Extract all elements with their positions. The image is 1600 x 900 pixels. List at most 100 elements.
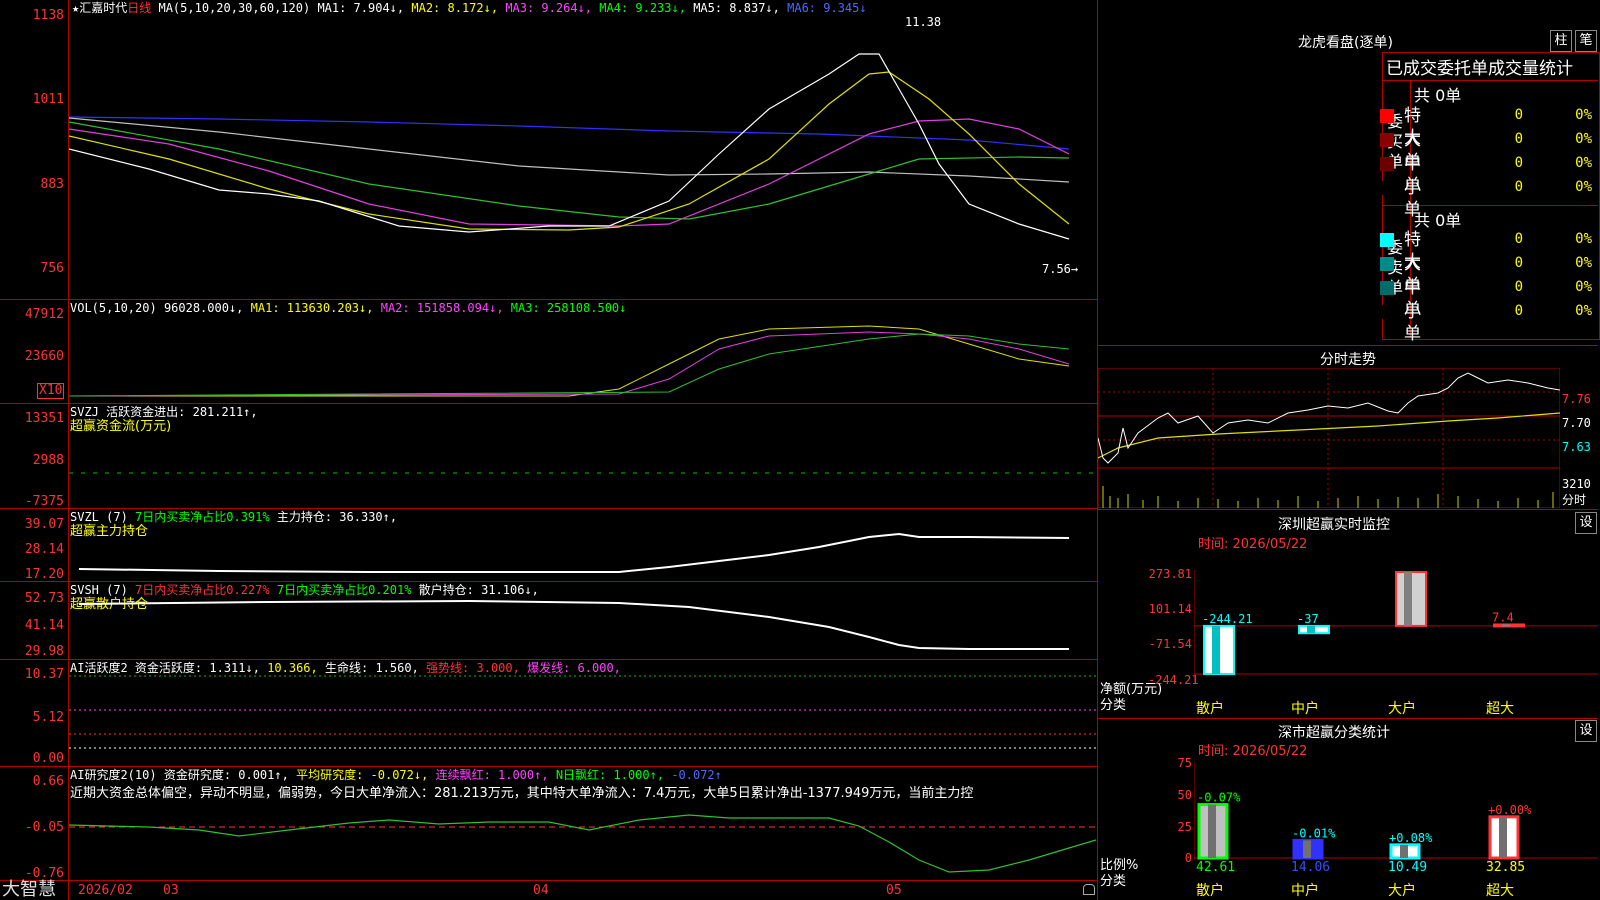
bar-view-button[interactable]: 柱 [1550, 30, 1572, 52]
buy-value: 0 [1514, 155, 1523, 171]
ai-research-ytick-2: -0.05 [24, 820, 64, 835]
ai-active-ytick-3: 0.00 [32, 751, 64, 766]
ai-research-item3: 连续飘红: 1.000↑, [435, 768, 549, 782]
monitor-time: 时间: 2026/05/22 [1198, 537, 1308, 552]
ai-research-header: AI研究度2(10) 资金研究度: 0.001↑, 平均研究度: -0.072↓… [70, 768, 722, 782]
stock-title[interactable]: ★汇嘉时代 [72, 1, 127, 15]
xaxis-label-4: 05 [886, 883, 902, 898]
buy-pct: 0% [1575, 155, 1592, 171]
xaxis-label-2: 03 [163, 883, 179, 898]
sell-value: 0 [1514, 255, 1523, 271]
svsh-ytick-2: 41.14 [24, 618, 64, 633]
buy-color-swatch [1380, 109, 1394, 123]
svzj-chart[interactable] [69, 405, 1096, 507]
buy-value: 0 [1514, 131, 1523, 147]
classify-value-label: 42.61 [1196, 860, 1236, 875]
buy-label: 小单 [1404, 178, 1421, 220]
ma5-value: MA5: 8.837↓, [693, 1, 780, 15]
sell-value: 0 [1514, 279, 1523, 295]
lock-icon[interactable] [1083, 884, 1095, 895]
classify-change-label: +0.08% [1389, 831, 1433, 845]
classify-xlabel: 分类 [1100, 874, 1127, 889]
sell-value: 0 [1514, 231, 1523, 247]
buy-color-swatch [1380, 181, 1394, 195]
classify-ylabel: 比例% [1100, 858, 1139, 873]
buy-value: 0 [1514, 179, 1523, 195]
ai-active-chart[interactable] [69, 660, 1096, 766]
svzl-line [78, 532, 1070, 573]
monitor-xlabel: 分类 [1100, 698, 1127, 713]
sell-pct: 0% [1575, 255, 1592, 271]
ai-research-item1: 资金研究度: 0.001↑, [163, 768, 289, 782]
volume-chart[interactable] [69, 304, 1096, 402]
classify-ytick-4: 0 [1184, 851, 1192, 865]
svsh-ytick-3: 29.98 [24, 644, 64, 659]
monitor-ytick-1: 273.81 [1148, 567, 1192, 581]
classify-title: 深市超赢分类统计 [1278, 725, 1390, 741]
monitor-value-label: 7.4 [1492, 610, 1514, 624]
ai-research-chart[interactable] [69, 800, 1096, 880]
monitor-chart[interactable]: -244.21 -37 273.81 7.4 [1194, 570, 1598, 682]
svzj-ytick-3: -7375 [24, 494, 64, 509]
sell-pct: 0% [1575, 231, 1592, 247]
intraday-vol-tick: 3210 [1562, 477, 1591, 491]
main-ytick-4: 756 [40, 261, 64, 276]
classify-category-label: 大户 [1388, 883, 1416, 899]
vol-ytick-1: 47912 [24, 307, 64, 322]
ai-active-ytick-2: 5.12 [32, 710, 64, 725]
ma2-line [69, 71, 1070, 231]
buy-pct: 0% [1575, 131, 1592, 147]
buy-color-swatch [1380, 157, 1394, 171]
monitor-title: 深圳超赢实时监控 [1278, 517, 1390, 533]
ma4-line [69, 121, 1070, 220]
monitor-category-label: 超大 [1486, 701, 1514, 717]
ai-research-item2: 平均研究度: -0.072↓, [296, 768, 429, 782]
classify-change-label: -0.01% [1292, 826, 1336, 840]
svsh-chart[interactable] [69, 582, 1096, 659]
ma1-value: MA1: 7.904↓, [317, 1, 405, 15]
classify-chart[interactable]: -0.07% -0.01% +0.08% +0.00% [1194, 762, 1598, 860]
svsh-line [78, 599, 1069, 650]
intraday-vol-label: 分时 [1562, 493, 1587, 507]
main-ytick-1: 1138 [32, 8, 64, 23]
monitor-value-label: -244.21 [1202, 612, 1253, 626]
sell-color-swatch [1380, 233, 1394, 247]
ai-research-ytick-1: 0.66 [32, 774, 64, 789]
monitor-category-label: 散户 [1196, 701, 1224, 717]
classify-bar-2 [1292, 838, 1324, 860]
ma6-value: MA6: 9.345↓ [787, 1, 867, 15]
vol-ma1-line [69, 325, 1070, 397]
monitor-bar-3 [1395, 571, 1427, 627]
classify-settings-button[interactable]: 设 [1575, 720, 1597, 742]
intraday-ytick-2: 7.70 [1562, 416, 1591, 430]
monitor-category-label: 中户 [1291, 701, 1319, 717]
ma6-line [69, 116, 1070, 150]
monitor-ylabel: 净额(万元) [1100, 682, 1163, 697]
svzl-chart[interactable] [69, 509, 1096, 581]
classify-bar-4 [1488, 815, 1520, 860]
chart-area[interactable]: ★汇嘉时代日线 MA(5,10,20,30,60,120) MA1: 7.904… [0, 0, 1098, 900]
buy-total: 共 0单 [1414, 86, 1462, 105]
research-green-line [69, 814, 1096, 873]
right-sidebar: 龙虎看盘(逐单) 柱 笔 已成交委托单成交量统计 委买单 委卖单 共 0单 共 … [1098, 0, 1600, 900]
ma3-value: MA3: 9.264↓, [505, 1, 593, 15]
price-candles-chart[interactable] [69, 14, 1096, 298]
intraday-ytick-3: 7.63 [1562, 440, 1591, 454]
vol-ytick-2: 23660 [24, 349, 64, 364]
main-ytick-3: 883 [40, 177, 64, 192]
classify-ytick-2: 50 [1177, 788, 1192, 802]
ma-params: MA(5,10,20,30,60,120) [158, 1, 311, 15]
svzl-ytick-1: 39.07 [24, 517, 64, 532]
period-label[interactable]: 日线 [127, 1, 151, 15]
dragon-title: 龙虎看盘(逐单) [1298, 35, 1393, 51]
classify-bar-1 [1197, 803, 1229, 860]
monitor-settings-button[interactable]: 设 [1575, 512, 1597, 534]
classify-category-label: 超大 [1486, 883, 1514, 899]
ai-research-label: AI研究度2(10) [70, 768, 157, 782]
main-ytick-2: 1011 [32, 92, 64, 107]
intraday-chart[interactable] [1098, 368, 1560, 508]
monitor-bar-2 [1298, 624, 1330, 635]
list-view-button[interactable]: 笔 [1575, 30, 1597, 52]
classify-change-label: -0.07% [1197, 791, 1241, 805]
buy-pct: 0% [1575, 179, 1592, 195]
